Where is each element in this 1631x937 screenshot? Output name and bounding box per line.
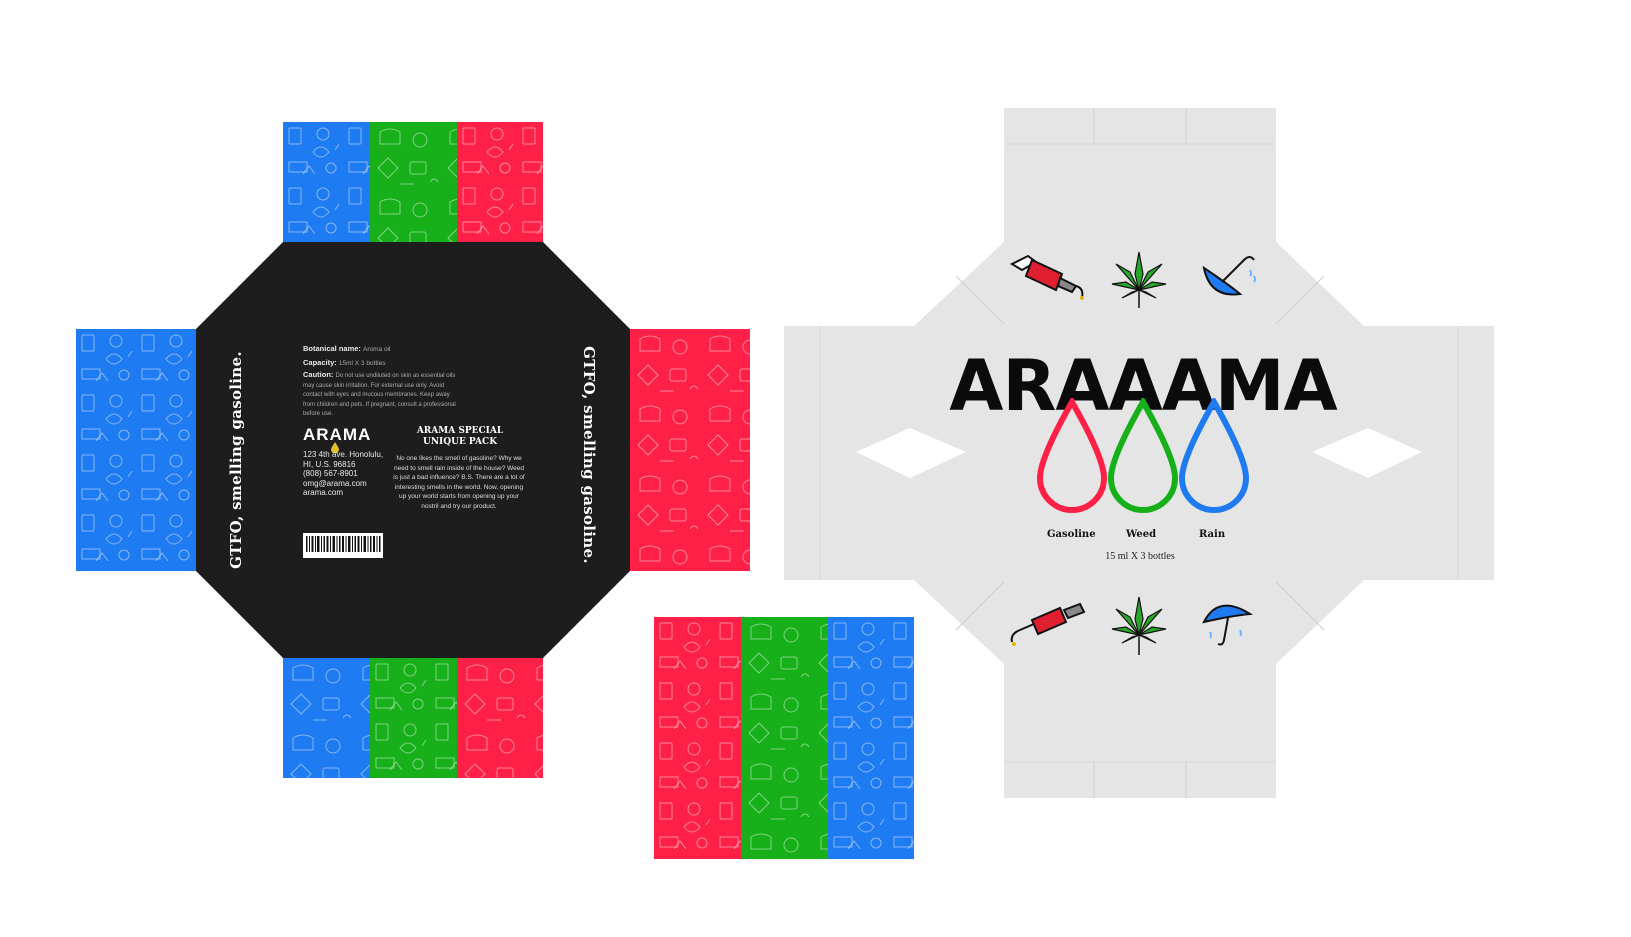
- scent-label-weed: Weed: [1126, 529, 1157, 540]
- caution-text: Do not use undiluted on skin as essentia…: [303, 373, 456, 417]
- pack-description: No one likes the smell of gasoline? Why …: [393, 455, 525, 510]
- black-octagon-panel: [196, 242, 630, 658]
- scent-label-gasoline: Gasoline: [1047, 529, 1096, 540]
- drop-icon-rain: [1178, 398, 1250, 513]
- scent-label-rain: Rain: [1199, 529, 1226, 540]
- gas-nozzle-icon-bottom: [1010, 602, 1086, 646]
- botanical-label: Botanical name:: [303, 344, 361, 353]
- drop-icon-weed: [1107, 398, 1179, 513]
- umbrella-icon: [1202, 256, 1256, 296]
- product-info-block: Botanical name: Aroma oil Capacity: 15ml…: [303, 344, 461, 419]
- arama-logo: ARAMA: [303, 425, 371, 453]
- pack-title-line1: ARAMA SPECIAL: [416, 426, 504, 436]
- left-bottom-flap-green: [370, 658, 457, 778]
- strip-red: [654, 617, 741, 859]
- capacity-text: 15 ml X 3 bottles: [1105, 551, 1175, 562]
- address-line2: HI, U.S. 96816: [303, 459, 356, 469]
- address-line1: 123 4th ave. Honolulu,: [303, 450, 384, 459]
- phone: (808) 567-8901: [303, 469, 358, 478]
- left-top-flap-green: [370, 122, 457, 242]
- left-side-tagline: GTFO, smelling gasoline.: [227, 351, 245, 569]
- capacity-value: 15ml X 3 bottles: [338, 359, 386, 367]
- umbrella-icon-bottom: [1202, 604, 1254, 646]
- caution-label: Caution:: [303, 370, 334, 379]
- website: arama.com: [303, 488, 344, 497]
- barcode-icon: [303, 533, 383, 558]
- botanical-value: Aroma oil: [363, 346, 391, 353]
- left-top-flap-blue: [283, 122, 370, 242]
- left-bottom-flap-red: [457, 658, 543, 778]
- drop-icon-gasoline: [1036, 398, 1108, 513]
- cannabis-leaf-icon: [1111, 251, 1167, 308]
- capacity-label: Capacity:: [303, 357, 337, 367]
- left-bottom-flap-blue: [283, 658, 370, 778]
- email: omg@arama.com: [303, 478, 367, 488]
- left-side-flap-blue: [76, 329, 196, 571]
- right-side-flap-red: [630, 329, 750, 571]
- gas-nozzle-icon: [1010, 254, 1084, 300]
- left-top-flap-red: [457, 122, 543, 242]
- cannabis-leaf-icon-bottom: [1111, 596, 1167, 655]
- contact-block: 123 4th ave. Honolulu, HI, U.S. 96816 (8…: [303, 450, 383, 498]
- pack-title-line2: UNIQUE PACK: [422, 436, 498, 447]
- pack-title: ARAMA SPECIAL UNIQUE PACK: [395, 426, 525, 447]
- right-side-tagline: GTFO, smelling gasoline.: [580, 346, 598, 564]
